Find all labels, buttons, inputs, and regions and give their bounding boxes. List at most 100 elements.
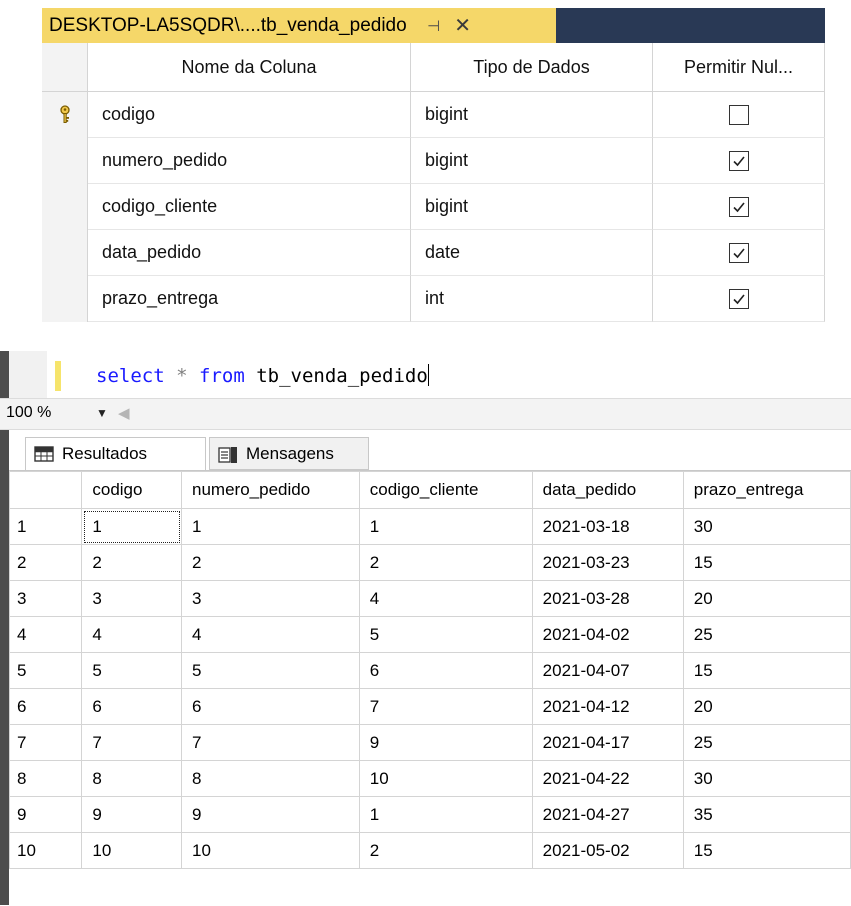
table-cell[interactable]: 30: [682, 508, 851, 545]
row-number-header[interactable]: [8, 471, 83, 509]
table-cell[interactable]: 4: [181, 616, 360, 653]
designer-row[interactable]: codigo_cliente bigint: [42, 184, 825, 230]
tab-results[interactable]: Resultados: [25, 437, 206, 470]
table-cell[interactable]: 4: [358, 580, 533, 617]
allow-nulls-checkbox-checked[interactable]: [728, 196, 749, 217]
table-cell[interactable]: 2021-04-22: [531, 760, 684, 797]
column-name-cell[interactable]: prazo_entrega: [88, 276, 411, 322]
table-cell[interactable]: 2021-04-12: [531, 688, 684, 725]
data-type-cell[interactable]: date: [411, 230, 653, 276]
row-selector[interactable]: [42, 230, 88, 276]
table-cell[interactable]: 7: [181, 724, 360, 761]
table-row[interactable]: 10 10 10 2 2021-05-02 15: [8, 832, 851, 869]
column-name-cell[interactable]: codigo: [88, 92, 411, 138]
table-cell[interactable]: 25: [682, 616, 851, 653]
data-type-cell[interactable]: bigint: [411, 92, 653, 138]
row-number[interactable]: 4: [8, 616, 83, 653]
allow-nulls-checkbox-checked[interactable]: [728, 242, 749, 263]
allow-nulls-checkbox-unchecked[interactable]: [728, 104, 749, 125]
table-cell[interactable]: 2: [81, 544, 183, 581]
table-cell[interactable]: 6: [81, 688, 183, 725]
table-cell[interactable]: 2: [181, 544, 360, 581]
table-cell[interactable]: 10: [81, 832, 183, 869]
table-cell[interactable]: 1: [358, 796, 533, 833]
table-cell[interactable]: 35: [682, 796, 851, 833]
zoom-dropdown-icon[interactable]: ▼: [96, 406, 108, 420]
table-cell[interactable]: 3: [81, 580, 183, 617]
table-cell[interactable]: 15: [682, 652, 851, 689]
row-number[interactable]: 2: [8, 544, 83, 581]
column-header[interactable]: codigo_cliente: [358, 471, 533, 509]
table-cell[interactable]: 8: [181, 760, 360, 797]
table-cell[interactable]: 5: [81, 652, 183, 689]
table-cell[interactable]: 5: [181, 652, 360, 689]
row-number[interactable]: 3: [8, 580, 83, 617]
table-cell[interactable]: 2021-03-18: [531, 508, 684, 545]
table-cell[interactable]: 10: [358, 760, 533, 797]
designer-row[interactable]: prazo_entrega int: [42, 276, 825, 322]
scroll-left-icon[interactable]: ◀: [118, 404, 130, 422]
table-cell[interactable]: 20: [682, 688, 851, 725]
designer-row[interactable]: codigo bigint: [42, 92, 825, 138]
table-row[interactable]: 3 3 3 4 2021-03-28 20: [8, 580, 851, 617]
table-row[interactable]: 2 2 2 2 2021-03-23 15: [8, 544, 851, 581]
row-selector[interactable]: [42, 92, 88, 138]
header-allow-nulls[interactable]: Permitir Nul...: [653, 43, 825, 92]
table-cell[interactable]: 7: [358, 688, 533, 725]
designer-row[interactable]: data_pedido date: [42, 230, 825, 276]
allow-nulls-checkbox-checked[interactable]: [728, 288, 749, 309]
table-cell[interactable]: 2021-04-17: [531, 724, 684, 761]
header-data-type[interactable]: Tipo de Dados: [411, 43, 653, 92]
column-header[interactable]: prazo_entrega: [682, 471, 851, 509]
table-cell[interactable]: 2021-04-07: [531, 652, 684, 689]
table-cell[interactable]: 8: [81, 760, 183, 797]
data-type-cell[interactable]: bigint: [411, 138, 653, 184]
column-name-cell[interactable]: numero_pedido: [88, 138, 411, 184]
table-cell[interactable]: 30: [682, 760, 851, 797]
table-cell[interactable]: 9: [358, 724, 533, 761]
table-cell[interactable]: 9: [181, 796, 360, 833]
table-cell[interactable]: 1: [358, 508, 533, 545]
close-icon[interactable]: ✕: [453, 13, 473, 38]
table-cell[interactable]: 2021-03-28: [531, 580, 684, 617]
row-number[interactable]: 9: [8, 796, 83, 833]
sql-code-area[interactable]: select * from tb_venda_pedido: [9, 351, 851, 398]
table-row[interactable]: 6 6 6 7 2021-04-12 20: [8, 688, 851, 725]
table-cell[interactable]: 2021-04-27: [531, 796, 684, 833]
pin-icon[interactable]: ⊣: [425, 17, 443, 35]
row-selector[interactable]: [42, 276, 88, 322]
table-cell[interactable]: 2021-03-23: [531, 544, 684, 581]
document-tab[interactable]: DESKTOP-LA5SQDR\....tb_venda_pedido ⊣ ✕: [42, 8, 556, 43]
table-cell[interactable]: 1: [181, 508, 360, 545]
zoom-level[interactable]: 100 %: [6, 404, 51, 422]
row-number[interactable]: 5: [8, 652, 83, 689]
row-number[interactable]: 8: [8, 760, 83, 797]
table-cell[interactable]: 3: [181, 580, 360, 617]
table-cell[interactable]: 2021-05-02: [531, 832, 684, 869]
row-number[interactable]: 10: [8, 832, 83, 869]
table-row[interactable]: 7 7 7 9 2021-04-17 25: [8, 724, 851, 761]
table-cell[interactable]: 25: [682, 724, 851, 761]
column-name-cell[interactable]: codigo_cliente: [88, 184, 411, 230]
table-cell[interactable]: 4: [81, 616, 183, 653]
table-cell[interactable]: 10: [181, 832, 360, 869]
row-number[interactable]: 6: [8, 688, 83, 725]
tab-messages[interactable]: Mensagens: [209, 437, 369, 470]
table-cell[interactable]: 5: [358, 616, 533, 653]
table-cell[interactable]: 9: [81, 796, 183, 833]
table-cell[interactable]: 2021-04-02: [531, 616, 684, 653]
table-cell[interactable]: 15: [682, 832, 851, 869]
table-cell-selected[interactable]: 1: [81, 508, 183, 545]
table-cell[interactable]: 6: [358, 652, 533, 689]
table-cell[interactable]: 6: [181, 688, 360, 725]
table-row[interactable]: 9 9 9 1 2021-04-27 35: [8, 796, 851, 833]
table-row[interactable]: 5 5 5 6 2021-04-07 15: [8, 652, 851, 689]
table-row[interactable]: 1 1 1 1 2021-03-18 30: [8, 508, 851, 545]
row-selector[interactable]: [42, 138, 88, 184]
column-header[interactable]: codigo: [81, 471, 183, 509]
table-row[interactable]: 8 8 8 10 2021-04-22 30: [8, 760, 851, 797]
table-cell[interactable]: 7: [81, 724, 183, 761]
header-column-name[interactable]: Nome da Coluna: [88, 43, 411, 92]
data-type-cell[interactable]: bigint: [411, 184, 653, 230]
table-cell[interactable]: 20: [682, 580, 851, 617]
